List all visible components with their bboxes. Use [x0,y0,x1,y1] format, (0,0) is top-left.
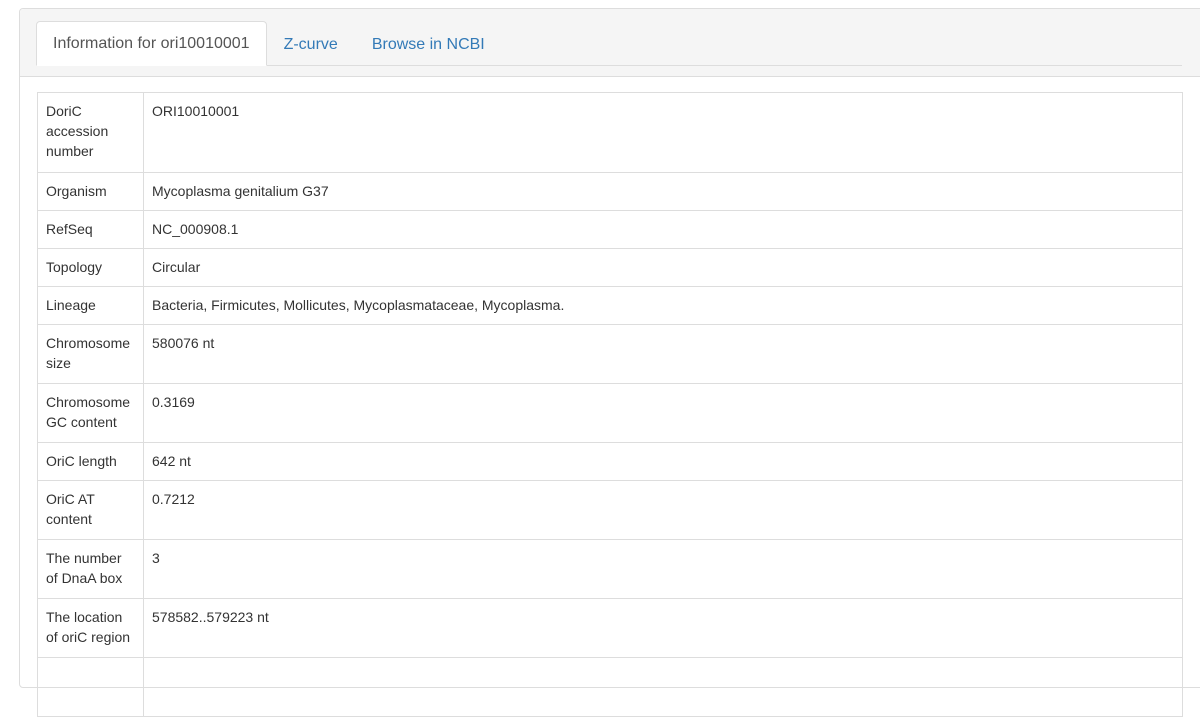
table-row: OriC length 642 nt [37,442,1183,481]
row-value-oric-location: 578582..579223 nt [143,598,1183,658]
row-label-accession: DoriC accession number [37,92,144,173]
table-row: Chromosome size 580076 nt [37,324,1183,384]
row-label-oric-location: The location of oriC region [37,598,144,658]
row-value-oric-length: 642 nt [143,442,1183,481]
row-value-next [143,657,1183,717]
tab-browse-ncbi[interactable]: Browse in NCBI [355,23,502,66]
table-row: Organism Mycoplasma genitalium G37 [37,172,1183,211]
row-label-oric-at-content: OriC AT content [37,480,144,540]
table-row: RefSeq NC_000908.1 [37,210,1183,249]
tab-information[interactable]: Information for ori10010001 [36,21,267,66]
table-row: DoriC accession number ORI10010001 [37,92,1183,173]
row-label-gc-content: Chromosome GC content [37,383,144,443]
info-table: DoriC accession number ORI10010001 Organ… [37,92,1183,717]
table-row: Topology Circular [37,248,1183,287]
row-label-refseq: RefSeq [37,210,144,249]
row-label-dnaa-box-count: The number of DnaA box [37,539,144,599]
row-label-next [37,657,144,717]
row-value-chromosome-size: 580076 nt [143,324,1183,384]
table-row: Lineage Bacteria, Firmicutes, Mollicutes… [37,286,1183,325]
panel-heading: Information for ori10010001 Z-curve Brow… [20,9,1200,77]
row-value-gc-content: 0.3169 [143,383,1183,443]
table-row [37,657,1183,717]
row-value-refseq: NC_000908.1 [143,210,1183,249]
row-value-organism: Mycoplasma genitalium G37 [143,172,1183,211]
row-value-oric-at-content: 0.7212 [143,480,1183,540]
row-value-accession: ORI10010001 [143,92,1183,173]
table-row: The location of oriC region 578582..5792… [37,598,1183,658]
row-label-chromosome-size: Chromosome size [37,324,144,384]
row-label-lineage: Lineage [37,286,144,325]
tab-z-curve[interactable]: Z-curve [267,23,355,66]
row-value-dnaa-box-count: 3 [143,539,1183,599]
table-row: OriC AT content 0.7212 [37,480,1183,540]
row-label-oric-length: OriC length [37,442,144,481]
row-value-lineage: Bacteria, Firmicutes, Mollicutes, Mycopl… [143,286,1183,325]
row-value-topology: Circular [143,248,1183,287]
row-label-organism: Organism [37,172,144,211]
row-label-topology: Topology [37,248,144,287]
tab-bar: Information for ori10010001 Z-curve Brow… [36,21,1182,66]
info-panel: Information for ori10010001 Z-curve Brow… [19,8,1200,717]
table-row: The number of DnaA box 3 [37,539,1183,599]
table-row: Chromosome GC content 0.3169 [37,383,1183,443]
